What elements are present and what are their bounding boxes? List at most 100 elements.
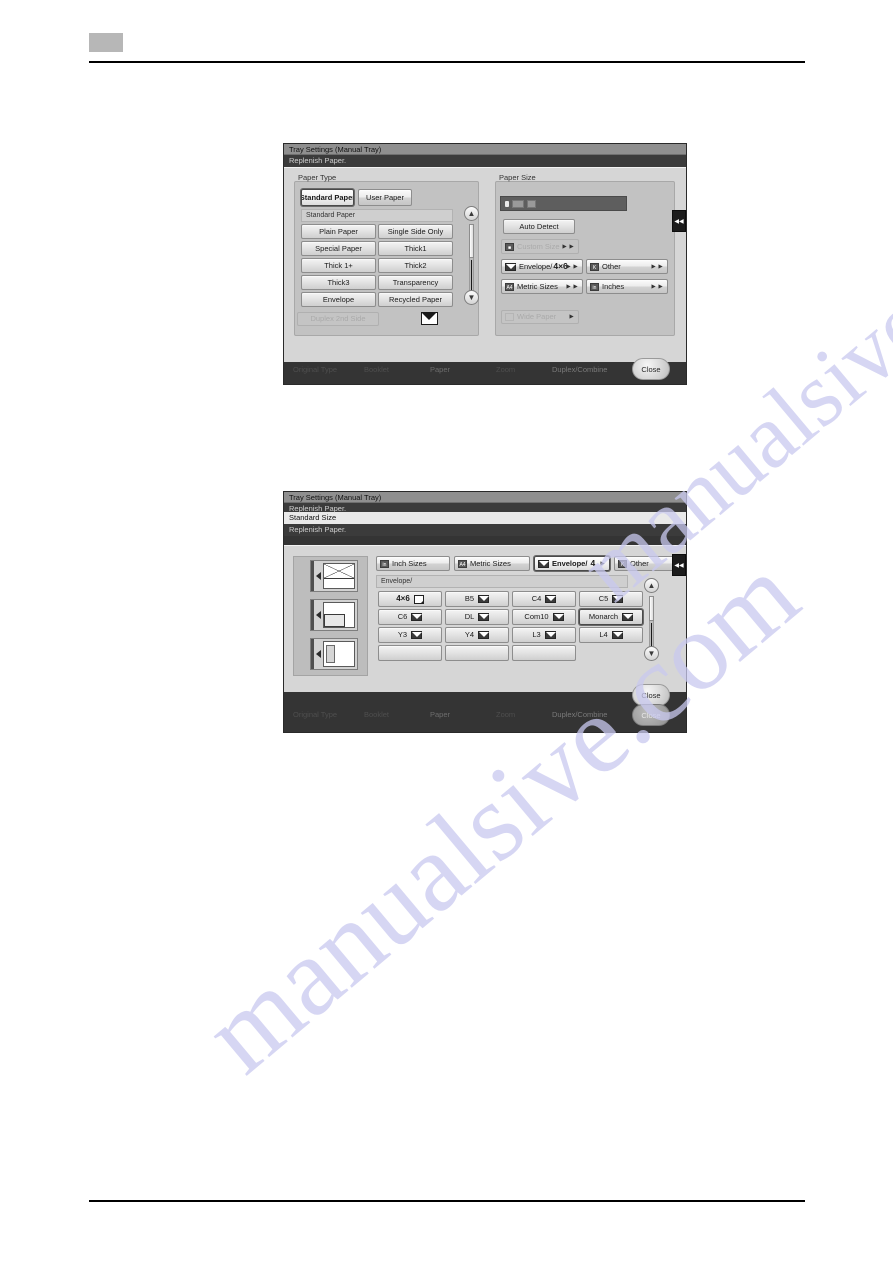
size-button-l4-label: L4 (599, 630, 608, 640)
ghost-tab-original-type: Original Type (293, 710, 338, 719)
paper-type-thick2-label: Thick2 (404, 260, 427, 270)
size-category-other-arrows-icon: ►► (650, 262, 664, 270)
size-button-dl[interactable]: DL (445, 609, 509, 625)
size-button-c4[interactable]: C4 (512, 591, 576, 607)
paper-type-scroll-down[interactable]: ▼ (464, 290, 479, 305)
custom-size-icon: ■ (505, 242, 514, 251)
size-tab-inch-sizes[interactable]: in Inch Sizes (376, 556, 450, 571)
paper-type-transparency[interactable]: Transparency (378, 275, 453, 290)
close-button[interactable]: Close (632, 358, 670, 380)
paper-type-special-paper[interactable]: Special Paper (301, 241, 376, 256)
orientation-item-envelope[interactable] (310, 560, 358, 592)
a4-icon: A4 (505, 282, 514, 291)
envelope-icon (545, 595, 557, 603)
size-button-y3[interactable]: Y3 (378, 627, 442, 643)
paper-type-thick1[interactable]: Thick1 (378, 241, 453, 256)
size-button-row4-clipped[interactable] (378, 645, 442, 661)
size-button-row4-clipped[interactable] (512, 645, 576, 661)
ghost-tab-duplex-combine: Duplex/Combine (552, 710, 608, 719)
collapse-panel-button[interactable]: ◀◀ (672, 554, 686, 576)
envelope-icon (478, 613, 490, 621)
size-button-c4-label: C4 (531, 594, 542, 604)
paper-type-scroll-thumb[interactable] (469, 224, 474, 258)
envelope-icon (552, 613, 564, 621)
paper-type-recycled-paper[interactable]: Recycled Paper (378, 292, 453, 307)
size-category-envelope-label: Envelope/ (519, 261, 553, 271)
duplex-2nd-side-label: Duplex 2nd Side (310, 314, 366, 324)
size-tab-envelope[interactable]: Envelope/ 4 ► (534, 556, 610, 571)
ghost-tab-paper: Paper (430, 710, 451, 719)
close-button[interactable]: Close (632, 684, 670, 706)
arrow-left-icon (316, 572, 321, 580)
paper-type-thick2[interactable]: Thick2 (378, 258, 453, 273)
arrow-left-icon (316, 611, 321, 619)
panel-status: Replenish Paper. (284, 155, 686, 167)
size-tab-metric-sizes[interactable]: A4 Metric Sizes (454, 556, 530, 571)
paper-type-scroll-up[interactable]: ▲ (464, 206, 479, 221)
orientation-item-fold[interactable] (310, 599, 358, 631)
fold-art-icon (323, 602, 355, 628)
chevron-down-icon: ▼ (647, 649, 656, 658)
collapse-panel-button[interactable]: ◀◀ (672, 210, 686, 232)
envelope-icon (478, 595, 490, 603)
footer-rule (89, 1200, 805, 1202)
size-button-c6[interactable]: C6 (378, 609, 442, 625)
size-list-scroll-up[interactable]: ▲ (644, 578, 659, 593)
panel-title: Tray Settings (Manual Tray) (284, 144, 686, 155)
paper-type-thick1-label: Thick1 (404, 243, 427, 253)
size-button-monarch[interactable]: Monarch (579, 609, 643, 625)
size-button-dl-label: DL (464, 612, 475, 622)
size-button-b5-label: B5 (464, 594, 475, 604)
size-category-metric-arrows-icon: ►► (565, 282, 579, 290)
custom-size-label: Custom Size (517, 241, 560, 251)
standard-size-panel: Tray Settings (Manual Tray) Replenish Pa… (283, 491, 687, 733)
paper-type-envelope[interactable]: Envelope (301, 292, 376, 307)
paper-type-thick1-plus-label: Thick 1+ (324, 260, 353, 270)
size-button-y4[interactable]: Y4 (445, 627, 509, 643)
size-tab-other-label: Other (630, 558, 649, 568)
ghost-tab-duplex-combine: Duplex/Combine (552, 365, 608, 374)
paper-icon (527, 199, 536, 208)
close-button-label: Close (641, 690, 661, 700)
panel2-status: Replenish Paper. (284, 524, 686, 536)
size-button-l4[interactable]: L4 (579, 627, 643, 643)
paper-type-single-side-only[interactable]: Single Side Only (378, 224, 453, 239)
other-icon: K (618, 559, 627, 568)
size-button-com10[interactable]: Com10 (512, 609, 576, 625)
size-category-inches-label: Inches (602, 281, 625, 291)
envelope-icon (421, 312, 438, 325)
size-category-inches[interactable]: in Inches ►► (586, 279, 668, 294)
paper-type-thick3[interactable]: Thick3 (301, 275, 376, 290)
size-list-scroll-thumb[interactable] (649, 596, 654, 621)
size-button-monarch-label: Monarch (588, 612, 619, 622)
size-button-b5[interactable]: B5 (445, 591, 509, 607)
other-icon: K (590, 262, 599, 271)
paper-type-plain-paper[interactable]: Plain Paper (301, 224, 376, 239)
size-button-l3-label: L3 (532, 630, 541, 640)
paper-type-list-header-label: Standard Paper (306, 211, 356, 219)
size-button-4x6[interactable]: 4×6 (378, 591, 442, 607)
size-category-envelope[interactable]: Envelope/ 4×6 ►► (501, 259, 583, 274)
wide-paper-arrows-icon: ► (568, 313, 575, 321)
paper-size-display-strip (500, 196, 627, 211)
tab-user-paper[interactable]: User Paper (358, 189, 412, 206)
size-button-row4-clipped[interactable] (445, 645, 509, 661)
panel-body: Paper Type Standard Paper User Paper Sta… (284, 167, 686, 362)
size-category-metric[interactable]: A4 Metric Sizes ►► (501, 279, 583, 294)
size-button-c5[interactable]: C5 (579, 591, 643, 607)
close-button-behind[interactable]: Close (632, 704, 670, 726)
size-tab-other[interactable]: K Other (614, 556, 676, 571)
size-button-l3[interactable]: L3 (512, 627, 576, 643)
size-category-other[interactable]: K Other ►► (586, 259, 668, 274)
orientation-item-label[interactable] (310, 638, 358, 670)
auto-detect-label: Auto Detect (519, 221, 559, 231)
paper-type-transparency-label: Transparency (392, 277, 439, 287)
chevron-up-icon: ▲ (647, 581, 656, 590)
size-list-scroll-down[interactable]: ▼ (644, 646, 659, 661)
size-category-other-label: Other (602, 261, 621, 271)
envelope-icon (411, 631, 423, 639)
paper-type-thick1-plus[interactable]: Thick 1+ (301, 258, 376, 273)
auto-detect-button[interactable]: Auto Detect (503, 219, 575, 234)
panel2-body: in Inch Sizes A4 Metric Sizes Envelope/ … (284, 545, 686, 692)
tab-standard-paper[interactable]: Standard Paper (301, 189, 354, 206)
